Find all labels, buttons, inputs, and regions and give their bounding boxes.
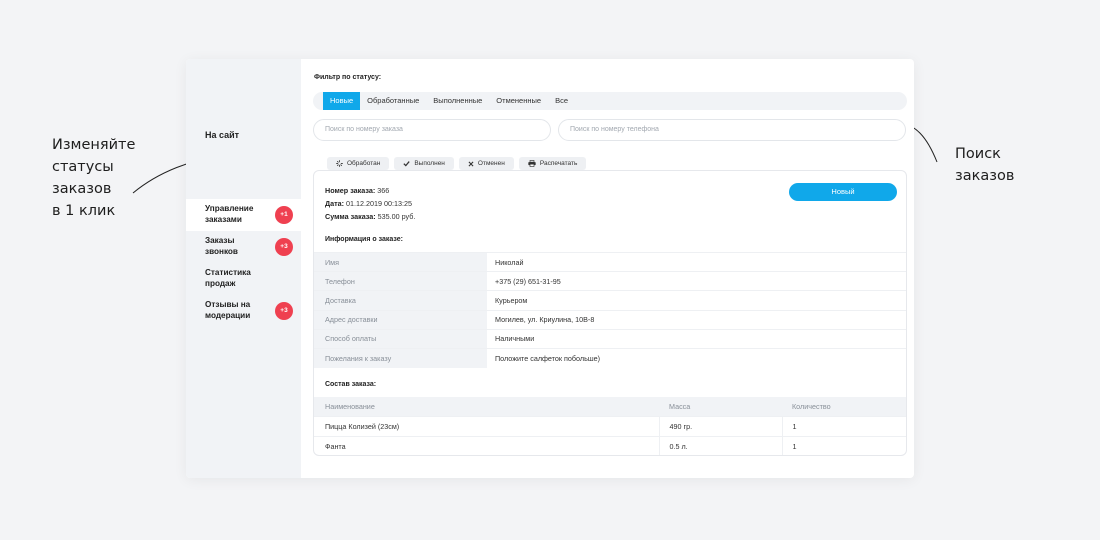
order-actions: Обработан Выполнен Отменен Распечатать: [327, 157, 587, 170]
tab-cancelled[interactable]: Отмененные: [489, 92, 548, 110]
sidebar: На сайт Управление заказами +1 Заказы зв…: [186, 59, 301, 478]
order-items-title: Состав заказа:: [325, 381, 377, 388]
tab-new[interactable]: Новые: [323, 92, 361, 110]
sidebar-item-label: Заказы звонков: [205, 236, 238, 256]
sidebar-item-stats[interactable]: Статистика продаж: [186, 263, 301, 295]
callout-status-change: Изменяйте статусы заказов в 1 клик: [52, 134, 135, 222]
site-link[interactable]: На сайт: [205, 130, 239, 140]
sidebar-item-orders[interactable]: Управление заказами +1: [186, 199, 301, 231]
tab-completed[interactable]: Выполненные: [426, 92, 489, 110]
info-key: Доставка: [314, 290, 487, 311]
info-value: +375 (29) 651-31-95: [495, 276, 561, 286]
sidebar-item-label: Управление заказами: [205, 204, 254, 224]
item-name: Пицца Колизей (23см): [314, 416, 660, 436]
sidebar-item-reviews[interactable]: Отзывы на модерации +3: [186, 295, 301, 327]
tab-processed[interactable]: Обработанные: [360, 92, 426, 110]
order-items-table: Наименование Масса Количество Пицца Коли…: [314, 397, 906, 455]
admin-window: На сайт Управление заказами +1 Заказы зв…: [186, 59, 914, 478]
spinner-icon: [336, 160, 343, 167]
order-date-label: Дата:: [325, 199, 345, 208]
table-row: Доставка Курьером: [314, 290, 906, 311]
table-row: Имя Николай: [314, 252, 906, 272]
printer-icon: [528, 160, 536, 167]
table-row: Пожелания к заказу Положите салфеток побо…: [314, 348, 906, 368]
callout-line-4: в 1 клик: [52, 203, 116, 219]
info-key: Имя: [314, 252, 487, 272]
main-panel: Фильтр по статусу: Новые Обработанные Вы…: [301, 59, 914, 478]
info-key: Адрес доставки: [314, 310, 487, 330]
callout-line-2: заказов: [955, 168, 1015, 184]
table-row: Способ оплаты Наличными: [314, 329, 906, 349]
order-info-table: Имя Николай Телефон +375 (29) 651-31-95 До…: [314, 252, 906, 368]
order-status-button[interactable]: Новый: [789, 183, 897, 201]
count-badge: +3: [275, 302, 293, 320]
column-header-mass: Масса: [669, 402, 691, 411]
sidebar-item-label: Статистика продаж: [205, 268, 251, 288]
callout-line-3: заказов: [52, 181, 112, 197]
action-label: Выполнен: [414, 160, 445, 167]
sidebar-item-calls[interactable]: Заказы звонков +3: [186, 231, 301, 263]
column-header-qty: Количество: [792, 402, 831, 411]
order-sum: 535.00 руб.: [377, 212, 416, 221]
order-card: Номер заказа: 366 Дата: 01.12.2019 00:13…: [313, 170, 907, 456]
status-filter-tabs: Новые Обработанные Выполненные Отмененны…: [313, 92, 907, 110]
callout-line-2: статусы: [52, 159, 114, 175]
info-value: Положите салфеток побольше): [495, 353, 600, 363]
count-badge: +3: [275, 238, 293, 256]
order-summary: Номер заказа: 366 Дата: 01.12.2019 00:13…: [325, 184, 415, 223]
print-button[interactable]: Распечатать: [518, 157, 587, 170]
table-header-row: Наименование Масса Количество: [314, 397, 906, 417]
mark-cancelled-button[interactable]: Отменен: [458, 157, 514, 170]
sidebar-item-label: Отзывы на модерации: [205, 300, 251, 320]
item-qty: 1: [782, 435, 906, 455]
info-value: Наличными: [495, 334, 535, 344]
mark-completed-button[interactable]: Выполнен: [394, 157, 454, 170]
callout-search: Поиск заказов: [955, 143, 1014, 187]
column-header-name: Наименование: [325, 402, 375, 411]
callout-line-1: Изменяйте: [52, 137, 136, 153]
item-mass: 490 гр.: [659, 416, 783, 436]
table-row: Адрес доставки Могилев, ул. Криулина, 10В…: [314, 310, 906, 330]
order-date: 01.12.2019 00:13:25: [346, 199, 412, 208]
table-row: Пицца Колизей (23см) 490 гр. 1: [314, 416, 906, 436]
info-key: Телефон: [314, 271, 487, 291]
check-icon: [403, 161, 410, 167]
info-key: Пожелания к заказу: [314, 348, 487, 368]
info-value: Курьером: [495, 295, 528, 305]
callout-line-1: Поиск: [955, 146, 1001, 162]
item-mass: 0.5 л.: [659, 435, 783, 455]
action-label: Обработан: [347, 160, 381, 167]
action-label: Отменен: [477, 160, 505, 167]
order-number-search-input[interactable]: Поиск по номеру заказа: [313, 119, 551, 141]
action-label: Распечатать: [539, 160, 578, 167]
phone-search-input[interactable]: Поиск по номеру телефона: [558, 119, 906, 141]
order-number: 366: [377, 186, 390, 195]
count-badge: +1: [275, 206, 293, 224]
table-row: Телефон +375 (29) 651-31-95: [314, 271, 906, 291]
item-qty: 1: [782, 416, 906, 436]
info-key: Способ оплаты: [314, 329, 487, 349]
tab-all[interactable]: Все: [548, 92, 575, 110]
info-value: Николай: [495, 257, 524, 267]
cross-icon: [468, 161, 474, 166]
order-number-label: Номер заказа:: [325, 186, 376, 195]
item-name: Фанта: [314, 435, 660, 455]
order-sum-label: Сумма заказа:: [325, 212, 376, 221]
sidebar-menu: Управление заказами +1 Заказы звонков +3…: [186, 199, 301, 327]
table-row: Фанта 0.5 л. 1: [314, 435, 906, 455]
mark-processed-button[interactable]: Обработан: [327, 157, 390, 170]
order-info-title: Информация о заказе:: [325, 236, 403, 243]
info-value: Могилев, ул. Криулина, 10В-8: [495, 315, 595, 325]
filter-label: Фильтр по статусу:: [314, 74, 382, 81]
